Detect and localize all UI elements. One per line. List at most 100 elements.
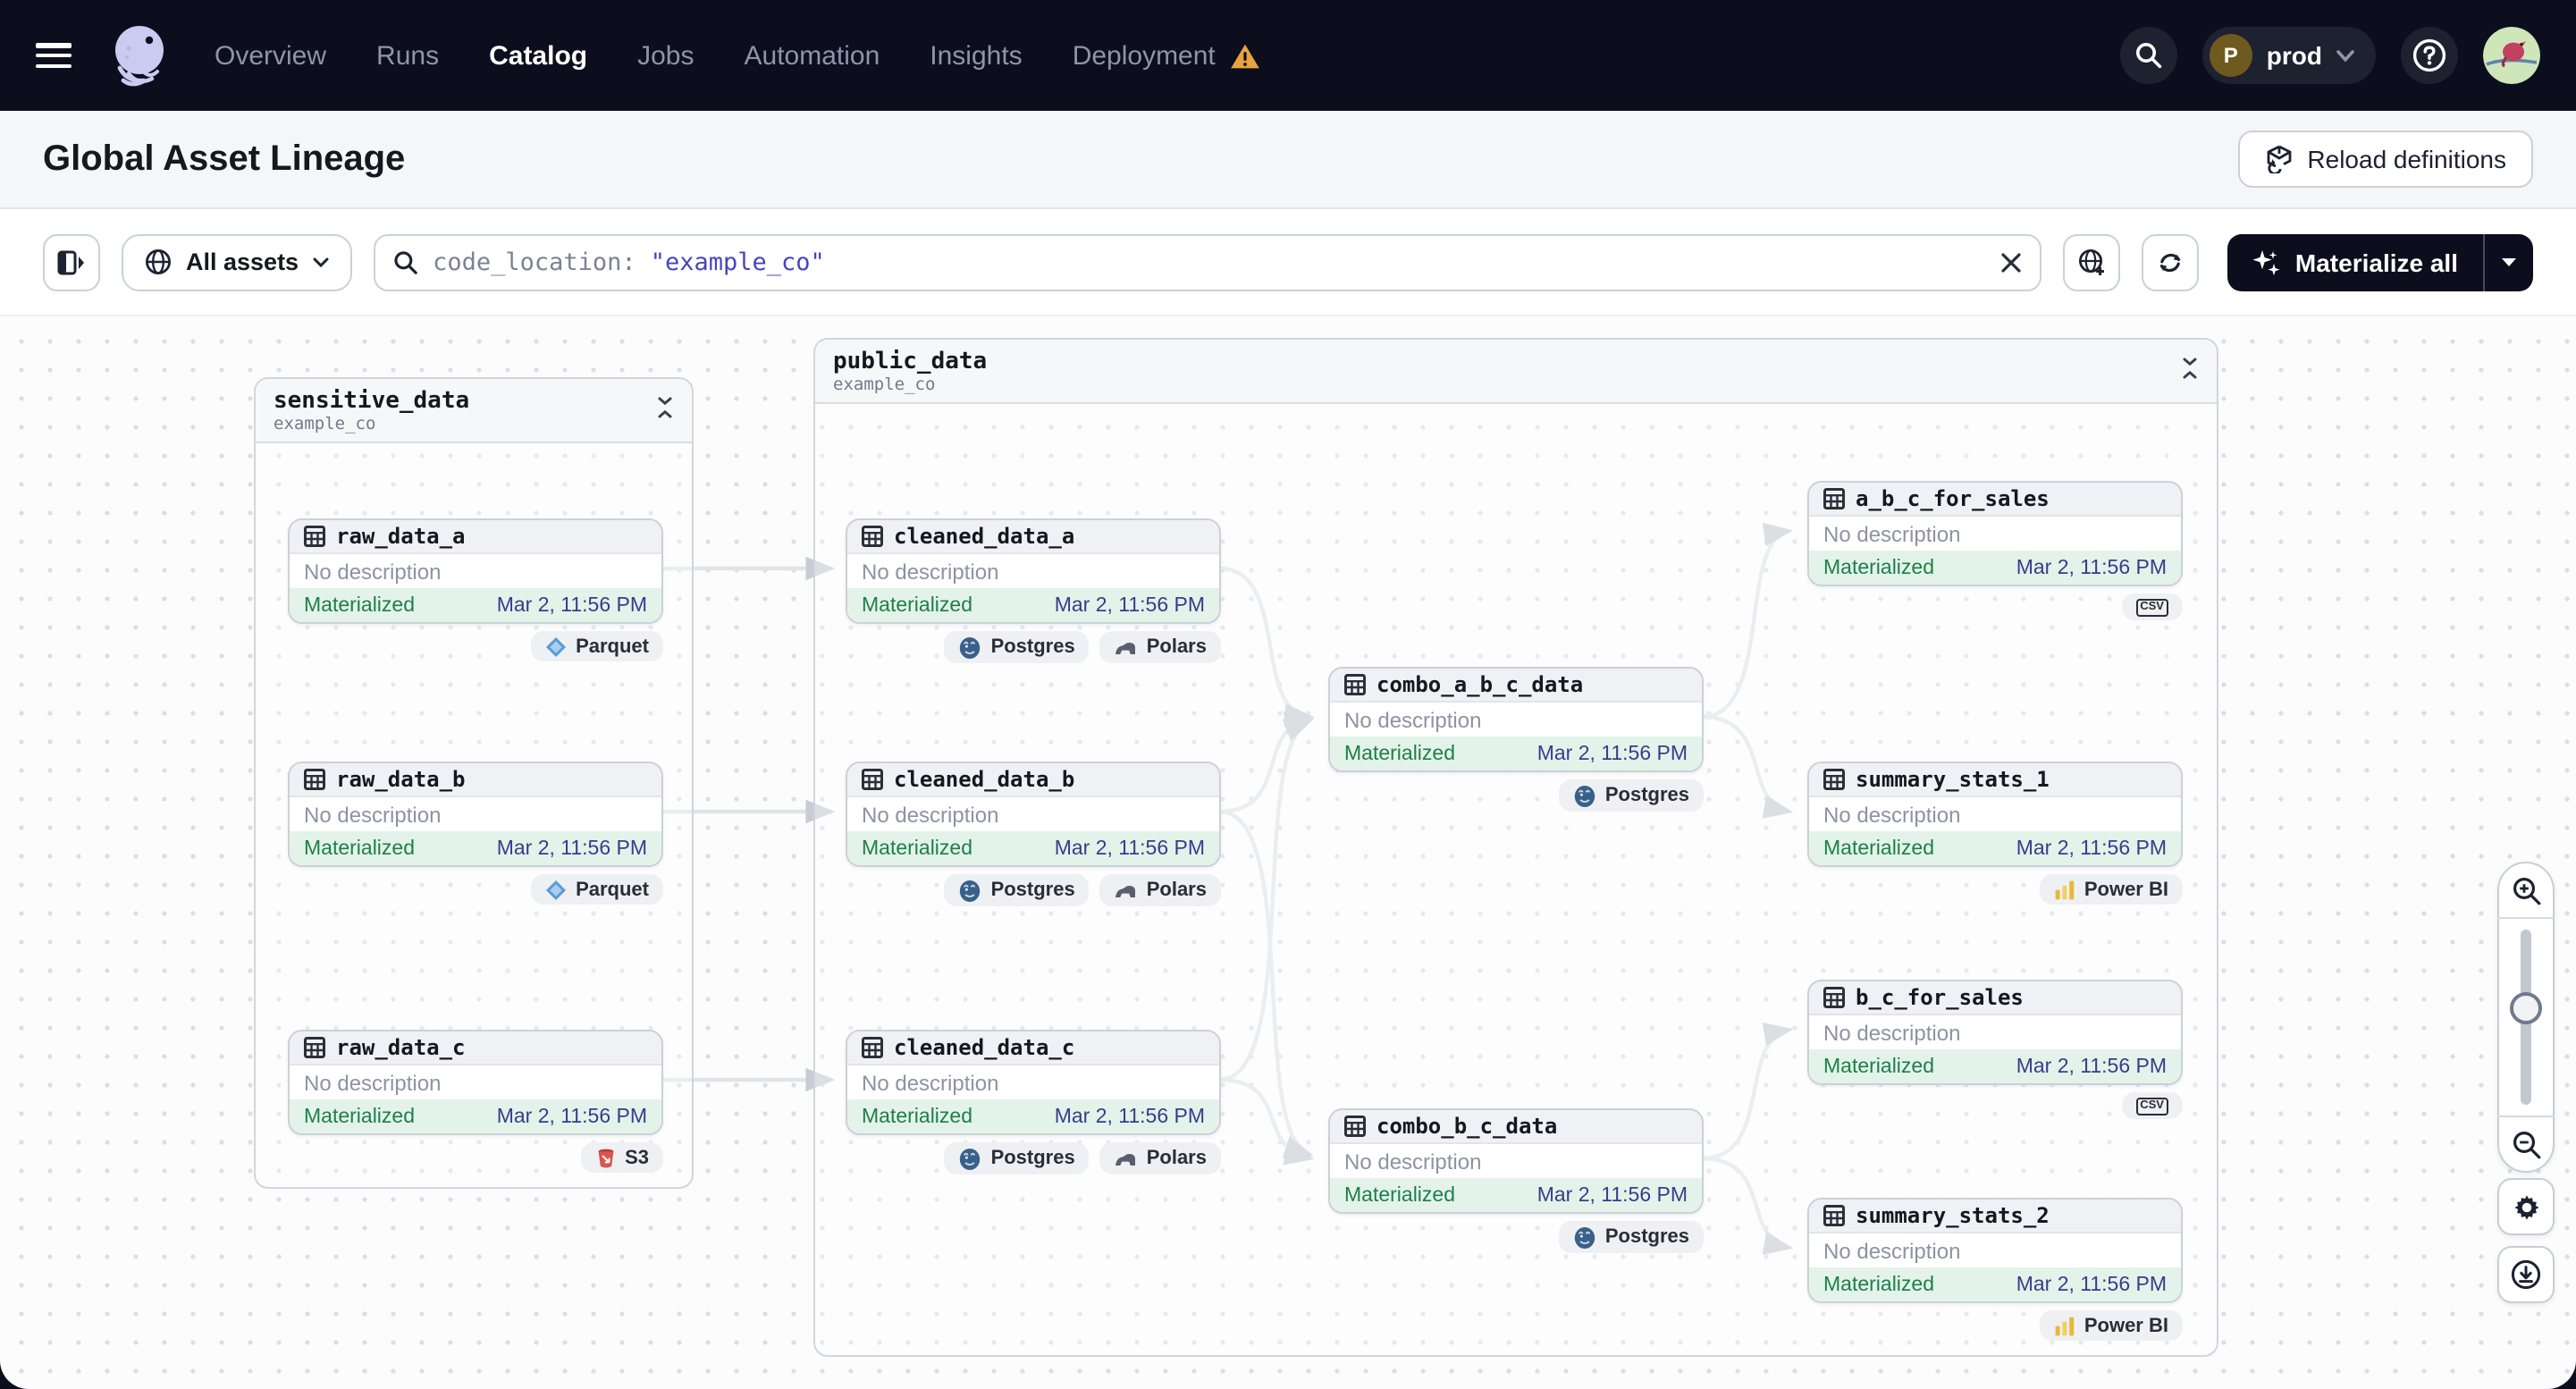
- search-query-value: "example_co": [650, 248, 825, 276]
- tag-s3[interactable]: S3: [580, 1142, 663, 1173]
- tag-polars[interactable]: Polars: [1099, 1142, 1221, 1174]
- nav-item-jobs[interactable]: Jobs: [637, 40, 694, 71]
- hamburger-menu-icon[interactable]: [36, 43, 72, 68]
- asset-description: No description: [1330, 1144, 1702, 1178]
- download-icon: [2511, 1259, 2541, 1290]
- tag-postgres[interactable]: Postgres: [1558, 779, 1704, 812]
- asset-node-combo-a-b-c-data[interactable]: combo_a_b_c_data No description Material…: [1328, 667, 1704, 772]
- materialization-timestamp: Mar 2, 11:56 PM: [1536, 1184, 1688, 1206]
- materialization-timestamp: Mar 2, 11:56 PM: [496, 594, 647, 616]
- tag-csv[interactable]: CSV: [2121, 1092, 2183, 1119]
- asset-node-b-c-for-sales[interactable]: b_c_for_sales No description Materialize…: [1807, 980, 2183, 1085]
- download-graph-button[interactable]: [2497, 1246, 2555, 1303]
- asset-group-header[interactable]: sensitive_data example_co: [256, 379, 692, 443]
- postgres-icon: [1574, 785, 1595, 806]
- asset-tags: Postgres: [1328, 779, 1704, 812]
- search-icon: [394, 250, 417, 274]
- asset-name: a_b_c_for_sales: [1856, 486, 2050, 511]
- asset-node-summary-stats-2[interactable]: summary_stats_2 No description Materiali…: [1807, 1198, 2183, 1303]
- asset-description: No description: [290, 1065, 661, 1099]
- nav-item-catalog[interactable]: Catalog: [489, 40, 587, 71]
- asset-tags: CSV: [1807, 593, 2183, 620]
- asset-group-header[interactable]: public_data example_co: [815, 340, 2217, 404]
- asset-node-raw-data-a[interactable]: raw_data_a No description Materialized Ma…: [288, 518, 663, 624]
- asset-name: combo_a_b_c_data: [1376, 672, 1584, 697]
- tag-postgres[interactable]: Postgres: [944, 631, 1090, 663]
- asset-node-cleaned-data-b[interactable]: cleaned_data_b No description Materializ…: [846, 762, 1221, 867]
- gear-icon: [2513, 1194, 2538, 1219]
- zoom-out-button[interactable]: [2497, 1117, 2555, 1171]
- content-sheet: Global Asset Lineage Reload definitions: [0, 111, 2576, 1389]
- asset-description: No description: [290, 554, 661, 588]
- open-panel-button[interactable]: [43, 233, 100, 290]
- nav-item-automation[interactable]: Automation: [745, 40, 880, 71]
- zoom-slider-thumb[interactable]: [2510, 992, 2542, 1024]
- zoom-slider[interactable]: [2497, 919, 2555, 1115]
- globe-plus-icon: [2078, 248, 2104, 274]
- deployment-switcher[interactable]: P prod: [2201, 27, 2376, 84]
- warning-icon: [1230, 43, 1259, 68]
- refresh-icon: [2159, 252, 2181, 272]
- chevron-down-icon: [2336, 49, 2354, 62]
- nav-item-deployment[interactable]: Deployment: [1073, 40, 1216, 71]
- asset-tags: Postgres Polars: [846, 1142, 1221, 1174]
- nav-item-insights[interactable]: Insights: [930, 40, 1022, 71]
- asset-node-raw-data-c[interactable]: raw_data_c No description Materialized Ma…: [288, 1030, 663, 1135]
- lineage-toolbar: All assets code_location: "example_co" M…: [0, 209, 2576, 315]
- table-icon: [1344, 674, 1366, 695]
- materialize-all-button[interactable]: Materialize all: [2227, 233, 2533, 290]
- asset-name: cleaned_data_a: [894, 524, 1075, 549]
- materialization-timestamp: Mar 2, 11:56 PM: [496, 1106, 647, 1127]
- asset-node-summary-stats-1[interactable]: summary_stats_1 No description Materiali…: [1807, 762, 2183, 867]
- asset-scope-dropdown[interactable]: All assets: [122, 233, 353, 290]
- reload-definitions-button[interactable]: Reload definitions: [2237, 130, 2533, 188]
- tag-polars[interactable]: Polars: [1099, 874, 1221, 906]
- collapse-icon: [2183, 358, 2197, 379]
- postgres-icon: [1574, 1226, 1595, 1248]
- collapse-icon: [658, 397, 672, 418]
- zoom-in-button[interactable]: [2497, 863, 2555, 917]
- materialization-timestamp: Mar 2, 11:56 PM: [2016, 838, 2167, 859]
- asset-name: raw_data_c: [336, 1035, 466, 1060]
- graph-settings-button[interactable]: [2497, 1178, 2555, 1235]
- asset-node-cleaned-data-a[interactable]: cleaned_data_a No description Materializ…: [846, 518, 1221, 624]
- asset-node-combo-b-c-data[interactable]: combo_b_c_data No description Materializ…: [1328, 1108, 1704, 1214]
- tag-postgres[interactable]: Postgres: [944, 874, 1090, 906]
- nav-item-overview[interactable]: Overview: [215, 40, 326, 71]
- lineage-canvas[interactable]: sensitive_data example_co public_data ex…: [0, 315, 2576, 1389]
- collapse-group-button[interactable]: [656, 388, 674, 427]
- asset-search-input[interactable]: code_location: "example_co": [374, 233, 2041, 290]
- dagster-logo-icon[interactable]: [104, 20, 175, 91]
- table-icon: [1823, 769, 1845, 790]
- tag-parquet[interactable]: Parquet: [531, 631, 663, 661]
- materialize-all-main[interactable]: Materialize all: [2227, 233, 2483, 290]
- polars-icon: [1115, 885, 1136, 897]
- tag-polars[interactable]: Polars: [1099, 631, 1221, 663]
- tag-parquet[interactable]: Parquet: [531, 874, 663, 905]
- clear-search-button[interactable]: [2000, 251, 2022, 273]
- search-button[interactable]: [2119, 27, 2177, 84]
- asset-description: No description: [1330, 703, 1702, 737]
- help-button[interactable]: [2401, 27, 2458, 84]
- tag-power-bi[interactable]: Power BI: [2039, 874, 2183, 905]
- status-badge: Materialized: [1823, 1274, 1934, 1295]
- view-as-catalog-button[interactable]: [2062, 233, 2120, 290]
- tag-postgres[interactable]: Postgres: [944, 1142, 1090, 1174]
- tag-csv[interactable]: CSV: [2121, 593, 2183, 620]
- asset-node-cleaned-data-c[interactable]: cleaned_data_c No description Materializ…: [846, 1030, 1221, 1135]
- refresh-button[interactable]: [2141, 233, 2199, 290]
- tag-power-bi[interactable]: Power BI: [2039, 1310, 2183, 1341]
- asset-node-raw-data-b[interactable]: raw_data_b No description Materialized Ma…: [288, 762, 663, 867]
- group-code-location: example_co: [833, 375, 936, 395]
- table-icon: [862, 1037, 883, 1058]
- nav-right: P prod: [2119, 27, 2540, 84]
- postgres-icon: [960, 880, 981, 901]
- tag-postgres[interactable]: Postgres: [1558, 1221, 1704, 1253]
- nav-item-runs[interactable]: Runs: [376, 40, 439, 71]
- materialize-options-button[interactable]: [2483, 233, 2533, 290]
- page-header: Global Asset Lineage Reload definitions: [0, 111, 2576, 209]
- collapse-group-button[interactable]: [2181, 349, 2199, 388]
- parquet-icon: [546, 880, 567, 899]
- asset-node-a-b-c-for-sales[interactable]: a_b_c_for_sales No description Materiali…: [1807, 481, 2183, 586]
- user-avatar[interactable]: [2483, 27, 2540, 84]
